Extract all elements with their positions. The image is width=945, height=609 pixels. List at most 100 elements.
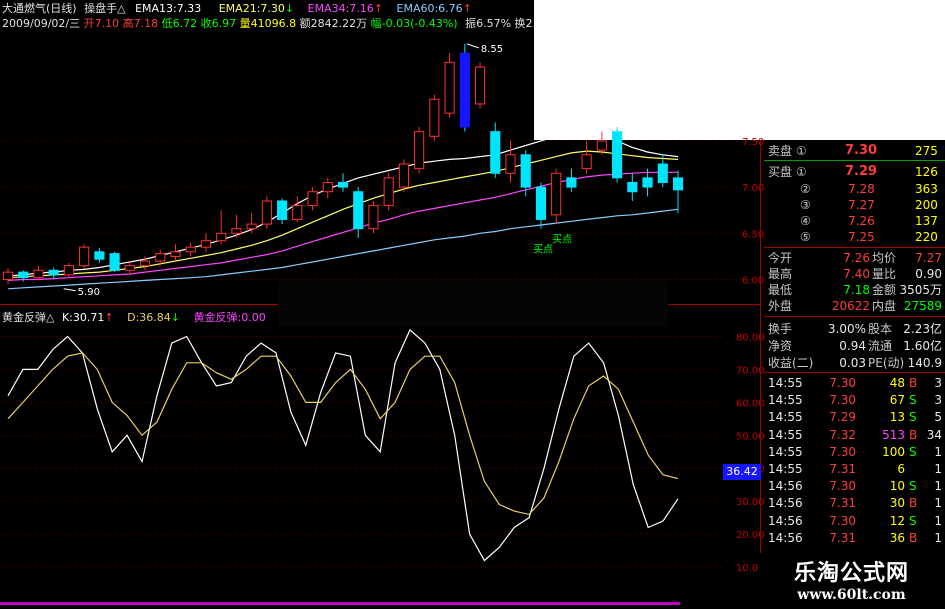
tick-side-7: B [909, 496, 918, 511]
tick-time-0: 14:55 [768, 376, 803, 390]
candle-body-12 [185, 246, 196, 253]
candle-body-31 [474, 66, 486, 105]
watermark: 乐淘公式网 www.60lt.com [758, 553, 945, 609]
tick-price-0: 7.30 [829, 376, 856, 390]
tick-vol-0: 48 [889, 376, 905, 390]
sub-indicator-name[interactable]: 黄金反弹△ [2, 311, 54, 324]
candle-body-1 [18, 271, 29, 279]
stat-label-2-a: 最低 [768, 283, 793, 297]
tick-vol-4: 100 [882, 444, 905, 459]
bottom-scroll-line[interactable] [0, 602, 680, 605]
tick-time-1: 14:55 [768, 393, 803, 408]
fund-value-2-a: 0.03 [839, 356, 866, 370]
candle-body-41 [627, 181, 638, 193]
candle-body-4 [63, 265, 74, 276]
tick-side-3: B [909, 427, 918, 442]
buy-row-1[interactable]: 买盘 ① [768, 164, 807, 180]
candle-body-42 [642, 177, 653, 188]
tick-side-8: S [909, 513, 917, 528]
sub-chart-header: 黄金反弹△ K:30.71↑ D:36.84↓ 黄金反弹:0.00 [2, 311, 266, 324]
stat-label-0-a: 今开 [768, 251, 793, 265]
candle-body-27 [414, 131, 425, 170]
tick-price-8: 7.30 [829, 513, 856, 528]
candle-body-33 [505, 154, 516, 174]
tick-time-6: 14:56 [768, 479, 803, 494]
tick-side-6: S [909, 479, 917, 494]
buy1-vol: 126 [915, 165, 938, 179]
stat-value-1-a: 7.40 [843, 267, 870, 281]
buy3-price: 7.27 [848, 198, 875, 212]
stat-label-0-b: 均价 [872, 251, 897, 265]
candle-body-7 [109, 253, 120, 271]
buy5-idx: ⑤ [800, 230, 811, 244]
candle-body-5 [79, 246, 90, 267]
candle-body-25 [383, 177, 394, 207]
tick-side-2: S [909, 410, 917, 425]
tick-time-2: 14:55 [768, 410, 803, 425]
fund-value-2-b: 140.9 [907, 356, 942, 370]
stat-label-2-b: 金额 [872, 283, 897, 297]
candle-body-44 [672, 177, 684, 191]
candle-body-18 [277, 200, 288, 220]
tick-price-3: 7.32 [829, 427, 856, 442]
tick-extra-0: 3 [934, 376, 942, 390]
fund-label-2-a: 收益(二) [768, 356, 814, 370]
tick-vol-1: 67 [889, 393, 905, 408]
stat-value-3-b: 27589 [903, 299, 942, 313]
tick-price-5: 7.31 [829, 462, 856, 476]
candle-body-22 [337, 181, 349, 188]
candle-body-13 [200, 240, 212, 248]
candle-body-11 [170, 251, 181, 257]
tick-time-7: 14:56 [768, 496, 803, 511]
candle-body-34 [520, 154, 531, 188]
buy2-idx: ② [800, 182, 811, 196]
stat-value-1-b: 0.90 [915, 267, 942, 281]
kdj-line-d [7, 352, 679, 516]
candle-body-24 [368, 205, 379, 230]
fund-value-1-b: 1.60亿 [903, 339, 942, 353]
tick-extra-4: 1 [934, 444, 942, 459]
candle-body-8 [124, 265, 135, 271]
tick-time-9: 14:56 [768, 530, 803, 545]
sell-row-1[interactable]: 卖盘 ① [768, 143, 807, 159]
tick-price-9: 7.31 [829, 530, 856, 545]
candle-body-6 [94, 251, 105, 260]
candle-body-19 [292, 205, 303, 220]
candle-body-16 [246, 223, 257, 230]
tick-time-8: 14:56 [768, 513, 803, 528]
candle-body-36 [551, 172, 562, 216]
fund-label-2-b: PE(动) [868, 356, 905, 370]
d-label: D:36.84 [127, 311, 171, 324]
tick-extra-5: 1 [934, 462, 942, 476]
tick-vol-2: 13 [889, 410, 905, 425]
stat-value-2-a: 7.18 [843, 283, 870, 297]
tick-price-4: 7.30 [829, 444, 856, 459]
k-label: K:30.71 [61, 311, 105, 324]
candle-body-40 [612, 131, 623, 179]
fund-label-0-a: 换手 [768, 322, 793, 336]
tick-vol-8: 12 [889, 513, 905, 528]
buy5-price: 7.25 [848, 230, 875, 244]
candle-body-37 [566, 177, 577, 188]
tick-extra-6: 1 [934, 479, 942, 494]
buy5-vol: 220 [915, 230, 938, 244]
candle-body-3 [48, 269, 59, 276]
tick-side-4: S [909, 444, 917, 459]
candle-body-21 [322, 181, 333, 193]
tick-side-0: B [909, 376, 918, 390]
buy4-idx: ④ [800, 214, 811, 228]
tick-price-2: 7.29 [829, 410, 856, 425]
tick-side-9: B [909, 530, 918, 545]
tick-vol-7: 30 [889, 496, 905, 511]
high-marker-text: 8.55 [481, 44, 503, 55]
k-current-value: 36.42 [723, 464, 761, 480]
tick-price-7: 7.31 [829, 496, 856, 511]
candle-body-14 [216, 232, 227, 242]
buy4-price: 7.26 [848, 214, 875, 228]
tick-price-6: 7.30 [829, 479, 856, 494]
candle-body-9 [139, 260, 151, 267]
fund-label-0-b: 股本 [868, 322, 893, 336]
tick-time-4: 14:55 [768, 444, 803, 459]
sell-label: 卖盘 [768, 144, 793, 158]
fund-value-0-a: 3.00% [827, 322, 866, 336]
